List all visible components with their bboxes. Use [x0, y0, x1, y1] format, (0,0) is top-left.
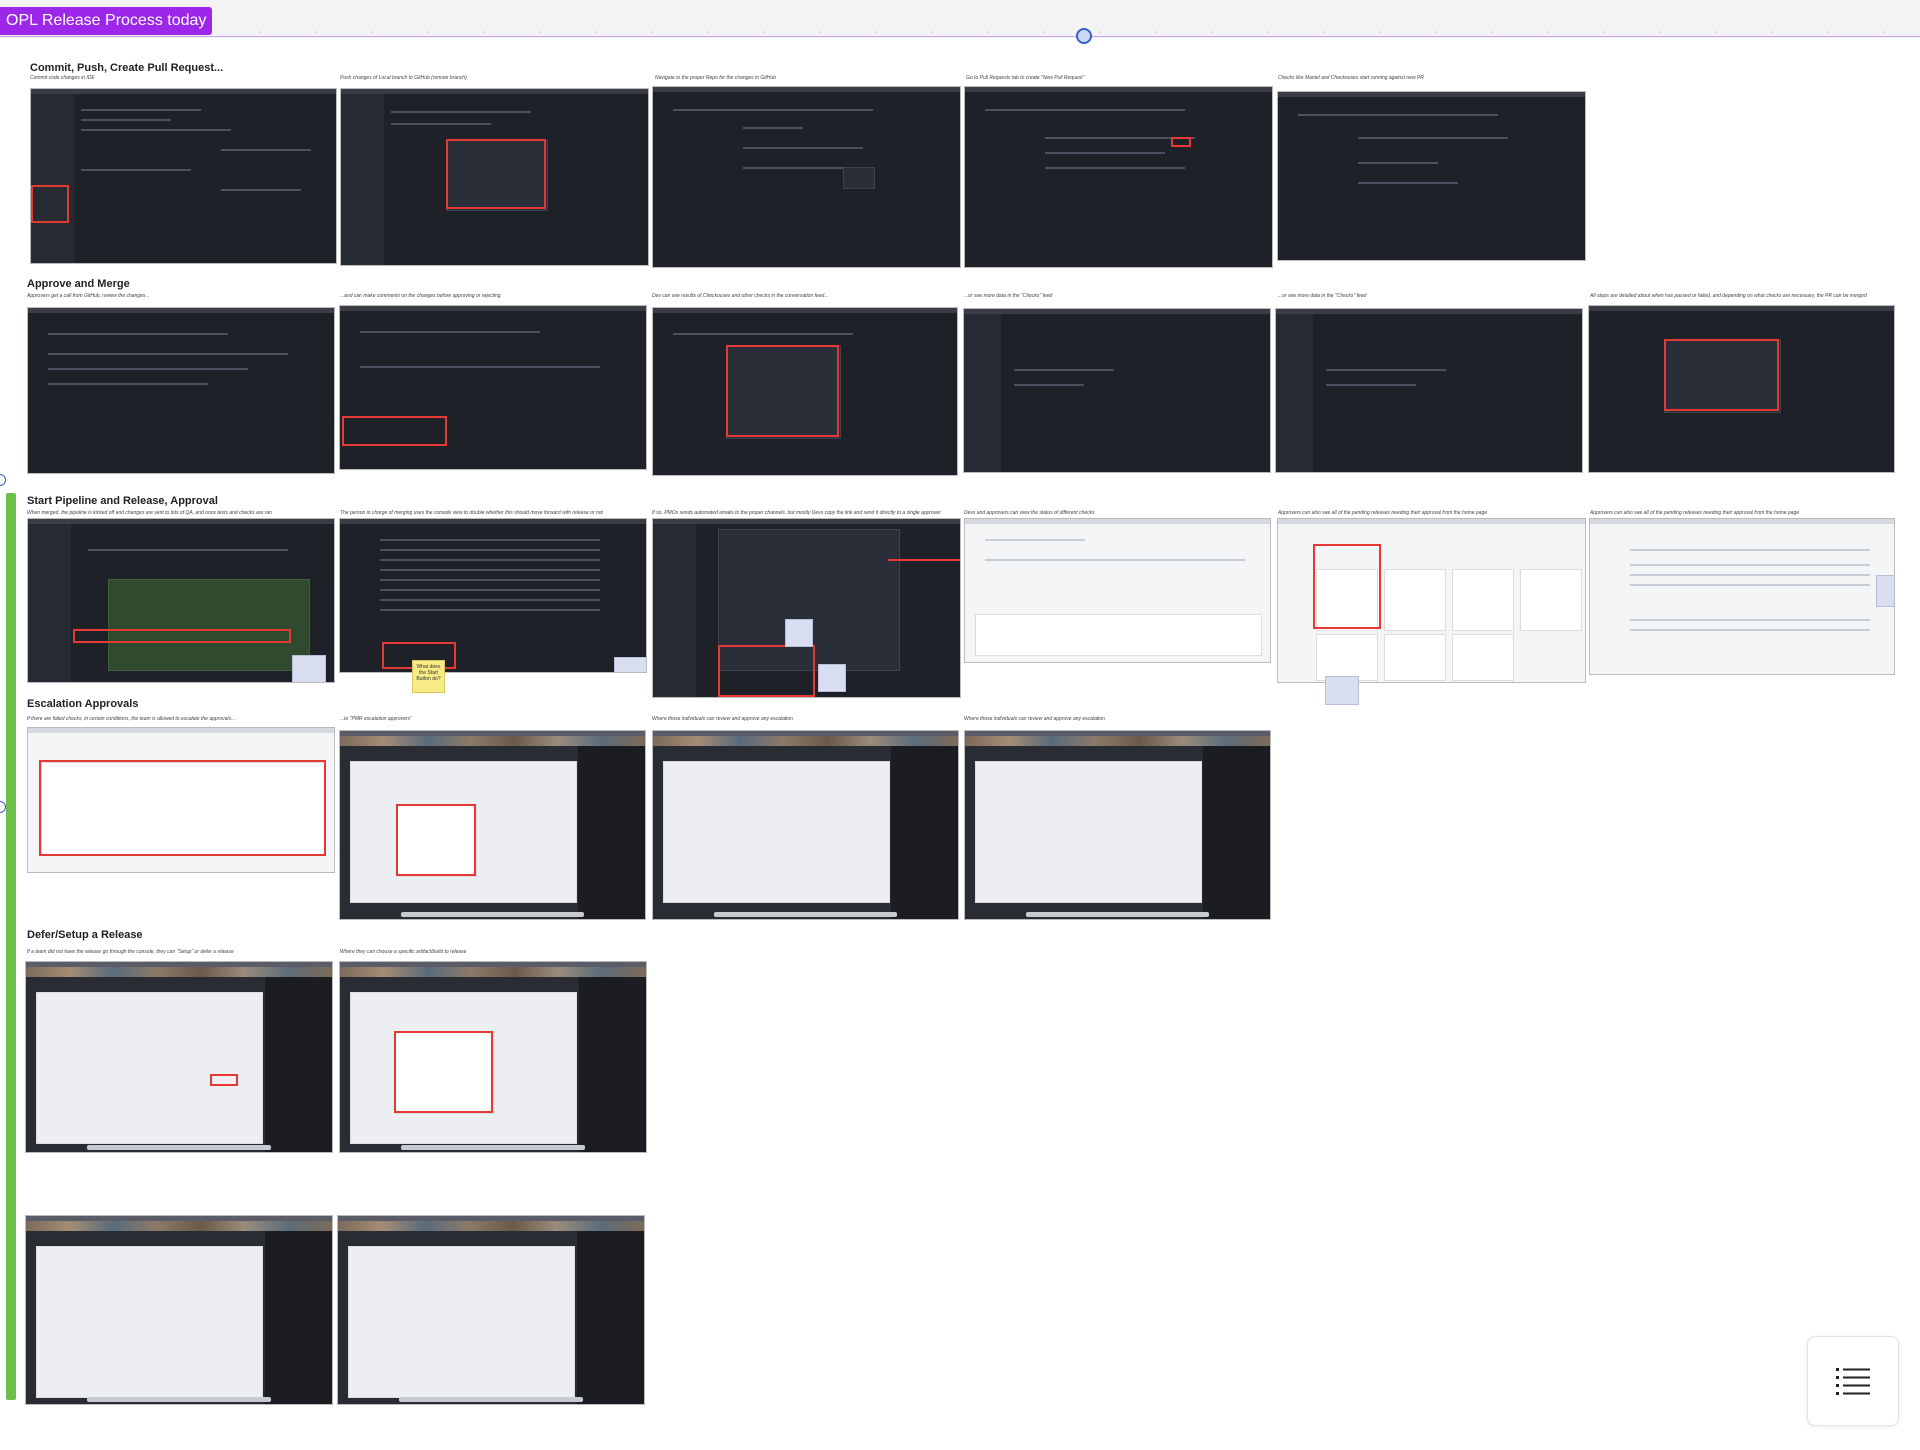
- ruler-tick: [1884, 31, 1885, 34]
- screenshot-console-view[interactable]: [339, 518, 647, 673]
- caption: If there are failed checks, in certain c…: [27, 716, 236, 722]
- timeline-ruler: [0, 31, 1920, 35]
- screenshot-pending-releases-cards[interactable]: [1277, 518, 1586, 683]
- ruler-tick: [316, 31, 317, 34]
- caption: Approvers get a call from GitHub, review…: [27, 293, 150, 299]
- caption: Where those individuals can review and a…: [964, 716, 1105, 722]
- ruler-tick: [1100, 31, 1101, 34]
- screenshot-escalation-form[interactable]: [27, 727, 335, 873]
- ruler-tick: [708, 31, 709, 34]
- caption: Approvers can also see all of the pendin…: [1278, 510, 1488, 516]
- ruler-tick: [1716, 31, 1717, 34]
- ruler-tick: [428, 31, 429, 34]
- ruler-tick: [596, 31, 597, 34]
- ruler-tick: [1660, 31, 1661, 34]
- caption: If so, PMOs sends automated emails to th…: [652, 510, 941, 516]
- caption: The person in charge of merging uses the…: [340, 510, 603, 516]
- ruler-tick: [652, 31, 653, 34]
- screenshot-ide-commit[interactable]: [30, 88, 337, 264]
- caption: Where they can choose a specific artifac…: [340, 949, 467, 955]
- ruler-tick: [876, 31, 877, 34]
- screenshot-approval-email[interactable]: [652, 518, 961, 698]
- ruler-tick: [1156, 31, 1157, 34]
- ruler-tick: [988, 31, 989, 34]
- timeline-scrubber-handle[interactable]: [1076, 28, 1092, 44]
- caption: ...or see more data in the "Checks" feed: [1278, 293, 1367, 299]
- screenshot-meeting-review-approve[interactable]: [652, 730, 959, 920]
- screenshot-checks-feed-detail[interactable]: [1275, 308, 1583, 473]
- caption: Devs and approvers can view the status o…: [964, 510, 1095, 516]
- screenshot-meeting-review-approve-2[interactable]: [964, 730, 1271, 920]
- ruler-tick: [1548, 31, 1549, 34]
- screenshot-new-pull-request[interactable]: [964, 86, 1273, 268]
- screenshot-checks-conversation[interactable]: [652, 307, 958, 476]
- caption: ...and can make comments on the changes …: [340, 293, 501, 299]
- ruler-tick: [540, 31, 541, 34]
- section-title-commit: Commit, Push, Create Pull Request...: [30, 62, 224, 74]
- caption: Commit code changes in IDE: [30, 75, 95, 81]
- side-anchor-dot[interactable]: [0, 474, 6, 486]
- screenshot-meeting-escalation-approvers[interactable]: [339, 730, 646, 920]
- progress-bar: [6, 493, 16, 1400]
- ruler-tick: [820, 31, 821, 34]
- ruler-tick: [484, 31, 485, 34]
- ruler-tick: [1604, 31, 1605, 34]
- ruler-tick: [1268, 31, 1269, 34]
- screenshot-pending-releases-table[interactable]: [1589, 518, 1895, 675]
- list-icon: [1836, 1368, 1870, 1395]
- comment-note[interactable]: [1325, 676, 1359, 705]
- section-title-escalation: Escalation Approvals: [27, 698, 139, 710]
- sticky-note[interactable]: What does the Start Button do?: [412, 660, 445, 693]
- section-title-approve-merge: Approve and Merge: [27, 278, 130, 290]
- ruler-tick: [1044, 31, 1045, 34]
- screenshot-merge-status[interactable]: [1588, 305, 1895, 473]
- frame-border: [0, 36, 1920, 37]
- ruler-tick: [1436, 31, 1437, 34]
- ruler-tick: [372, 31, 373, 34]
- screenshot-checks-feed[interactable]: [963, 308, 1271, 473]
- section-title-pipeline: Start Pipeline and Release, Approval: [27, 495, 218, 507]
- caption: ...or see more data in the "Checks" feed: [964, 293, 1053, 299]
- screenshot-push-branch[interactable]: [340, 88, 649, 266]
- caption: Dev can see results of Checkouses and ot…: [652, 293, 829, 299]
- caption: When merged, the pipeline is kicked off …: [27, 510, 272, 516]
- screenshot-github-repo[interactable]: [652, 86, 961, 268]
- screenshot-choose-artifact[interactable]: [339, 961, 647, 1153]
- caption: Go to Pull Requests tab to create "New P…: [966, 75, 1085, 81]
- screenshot-setup-release-page[interactable]: [25, 961, 333, 1153]
- ruler-tick: [1828, 31, 1829, 34]
- caption: Push changes of Local branch to GitHub (…: [340, 75, 467, 81]
- caption: Checks like Maniel and Checkouses start …: [1278, 75, 1424, 81]
- ruler-tick: [1212, 31, 1213, 34]
- ruler-tick: [1772, 31, 1773, 34]
- caption: If a team did not have the release go th…: [27, 949, 234, 955]
- screenshot-pr-comments[interactable]: [339, 305, 647, 470]
- outline-menu-button[interactable]: [1807, 1336, 1899, 1426]
- section-title-defer-setup: Defer/Setup a Release: [27, 929, 143, 941]
- caption: ...to "PMR escalation approvers": [340, 716, 412, 722]
- ruler-tick: [1324, 31, 1325, 34]
- ruler-tick: [932, 31, 933, 34]
- ruler-tick: [1492, 31, 1493, 34]
- ruler-tick: [764, 31, 765, 34]
- caption: Approvers can also see all of the pendin…: [1590, 510, 1800, 516]
- screenshot-checks-running[interactable]: [1277, 91, 1586, 261]
- caption: All steps are detailed about when has pa…: [1590, 293, 1867, 299]
- screenshot-pipeline-grid[interactable]: [27, 518, 335, 683]
- screenshot-release-list[interactable]: [25, 1215, 333, 1405]
- ruler-tick: [260, 31, 261, 34]
- screenshot-review-changes[interactable]: [27, 307, 335, 474]
- caption: Navigate to the proper Repo for the chan…: [655, 75, 776, 81]
- ruler-tick: [1380, 31, 1381, 34]
- screenshot-check-status[interactable]: [964, 518, 1271, 663]
- screenshot-release-list-2[interactable]: [337, 1215, 645, 1405]
- caption: Where those individuals can review and a…: [652, 716, 793, 722]
